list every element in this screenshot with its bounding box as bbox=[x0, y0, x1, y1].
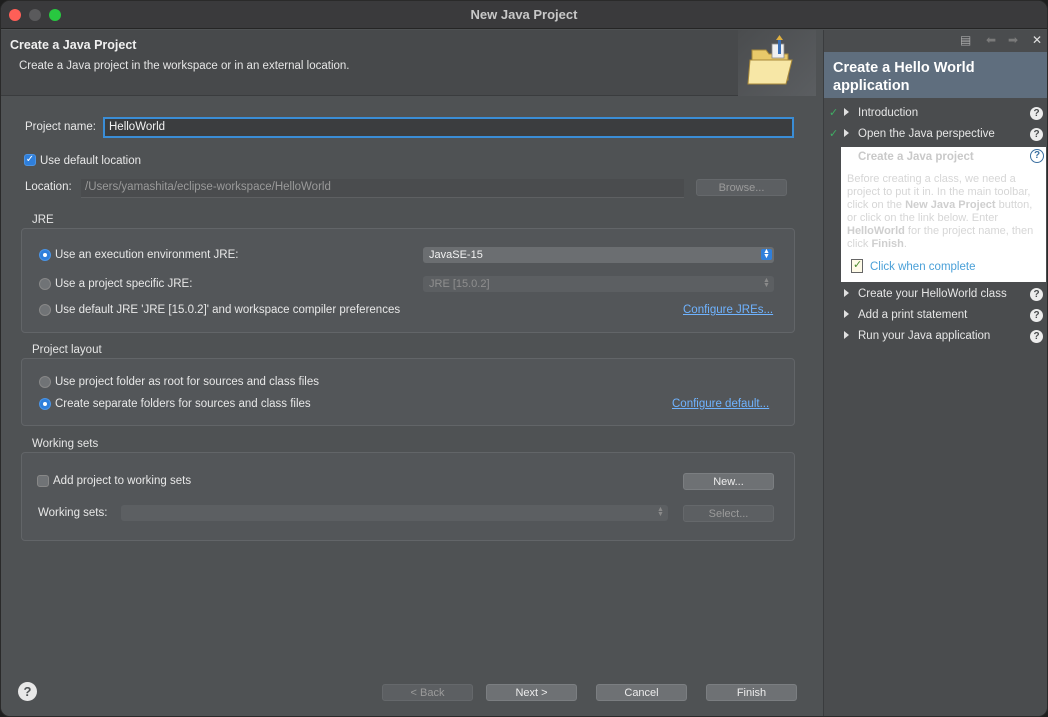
root-folder-radio[interactable] bbox=[39, 376, 51, 388]
collapse-icon[interactable]: ▤ bbox=[960, 33, 971, 47]
cheat-item-label: Introduction bbox=[858, 107, 919, 119]
project-specific-jre-radio[interactable] bbox=[39, 278, 51, 290]
new-java-project-window: New Java Project Create a Java Project C… bbox=[0, 0, 1048, 717]
cheat-item-create-helloworld-class[interactable]: Create your HelloWorld class ? bbox=[824, 285, 1047, 306]
help-icon[interactable]: ? bbox=[1030, 309, 1043, 322]
wizard-panel: Create a Java Project Create a Java proj… bbox=[1, 30, 816, 716]
jre-group-label: JRE bbox=[32, 214, 54, 226]
chevron-updown-icon: ▲ ▼ bbox=[763, 277, 770, 289]
window-title: New Java Project bbox=[470, 7, 578, 22]
wizard-description: Create a Java project in the workspace o… bbox=[19, 60, 350, 72]
help-icon[interactable]: ? bbox=[18, 682, 37, 701]
select-working-set-button[interactable]: Select... bbox=[683, 505, 774, 522]
check-icon: ✓ bbox=[829, 128, 839, 140]
help-icon[interactable]: ? bbox=[1030, 330, 1043, 343]
cheat-item-label: Add a print statement bbox=[858, 309, 968, 321]
jre-group: Use an execution environment JRE: JavaSE… bbox=[21, 228, 795, 333]
default-jre-label: Use default JRE 'JRE [15.0.2]' and works… bbox=[55, 304, 401, 316]
click-when-complete-link[interactable]: Click when complete bbox=[870, 261, 975, 273]
configure-default-link[interactable]: Configure default... bbox=[672, 398, 769, 410]
project-name-label: Project name: bbox=[25, 121, 96, 133]
cheat-sheet-title: Create a Hello World application bbox=[824, 52, 1047, 98]
check-icon: ✓ bbox=[829, 107, 839, 119]
clipboard-check-icon bbox=[851, 258, 863, 273]
close-icon[interactable]: ✕ bbox=[1032, 33, 1042, 47]
help-icon[interactable]: ? bbox=[1030, 107, 1043, 120]
working-sets-group-label: Working sets bbox=[32, 438, 99, 450]
cheat-item-run-java-application[interactable]: Run your Java application ? bbox=[824, 327, 1047, 348]
execution-env-select[interactable]: JavaSE-15 ▲ ▼ bbox=[423, 247, 774, 263]
cheat-item-description: Before creating a class, we need a proje… bbox=[847, 173, 1034, 250]
expand-triangle-icon bbox=[844, 331, 849, 339]
expand-triangle-icon bbox=[844, 108, 849, 116]
working-sets-select[interactable]: ▲ ▼ bbox=[121, 505, 668, 521]
finish-button[interactable]: Finish bbox=[706, 684, 797, 701]
working-sets-label: Working sets: bbox=[38, 507, 108, 519]
project-name-input[interactable]: HelloWorld bbox=[103, 117, 794, 138]
use-default-location-checkbox[interactable]: ✓ bbox=[24, 154, 36, 166]
project-specific-jre-label: Use a project specific JRE: bbox=[55, 278, 193, 290]
help-icon[interactable]: ? bbox=[1030, 288, 1043, 301]
folder-icon bbox=[747, 35, 793, 85]
help-icon[interactable]: ? bbox=[1030, 128, 1043, 141]
root-folder-label: Use project folder as root for sources a… bbox=[55, 376, 319, 388]
default-jre-radio[interactable] bbox=[39, 304, 51, 316]
configure-jres-link[interactable]: Configure JREs... bbox=[683, 304, 773, 316]
cheat-item-label: Create your HelloWorld class bbox=[858, 288, 1007, 300]
location-label: Location: bbox=[25, 181, 72, 193]
expand-triangle-icon bbox=[844, 129, 849, 137]
help-icon[interactable]: ? bbox=[1030, 149, 1044, 163]
back-button[interactable]: < Back bbox=[382, 684, 473, 701]
chevron-updown-icon: ▲ ▼ bbox=[657, 506, 664, 518]
cheat-item-open-java-perspective[interactable]: ✓ Open the Java perspective ? bbox=[824, 125, 1047, 146]
wizard-title: Create a Java Project bbox=[10, 38, 137, 52]
execution-env-radio[interactable] bbox=[39, 249, 51, 261]
project-specific-jre-value: JRE [15.0.2] bbox=[429, 278, 490, 290]
cheat-item-add-print-statement[interactable]: Add a print statement ? bbox=[824, 306, 1047, 327]
cheat-sheet-panel: ▤ ⬅ ➡ ✕ Create a Hello World application… bbox=[823, 30, 1047, 716]
execution-env-value: JavaSE-15 bbox=[429, 249, 483, 261]
cheat-item-current-title: Create a Java project bbox=[858, 151, 974, 163]
cheat-item-label: Run your Java application bbox=[858, 330, 991, 342]
project-specific-jre-select[interactable]: JRE [15.0.2] ▲ ▼ bbox=[423, 276, 774, 292]
chevron-updown-icon: ▲ ▼ bbox=[761, 248, 772, 260]
working-sets-group: Add project to working sets New... Worki… bbox=[21, 452, 795, 541]
new-working-set-button[interactable]: New... bbox=[683, 473, 774, 490]
cheat-item-introduction[interactable]: ✓ Introduction ? bbox=[824, 104, 1047, 125]
add-to-working-sets-label: Add project to working sets bbox=[53, 475, 192, 487]
expand-triangle-icon bbox=[844, 289, 849, 297]
cancel-button[interactable]: Cancel bbox=[596, 684, 687, 701]
add-to-working-sets-checkbox[interactable] bbox=[37, 475, 49, 487]
separate-folders-radio[interactable] bbox=[39, 398, 51, 410]
browse-button[interactable]: Browse... bbox=[696, 179, 787, 196]
cheat-item-label: Open the Java perspective bbox=[858, 128, 995, 140]
title-bar: New Java Project bbox=[1, 1, 1047, 29]
wizard-header: Create a Java Project Create a Java proj… bbox=[1, 30, 816, 96]
arrow-right-icon[interactable]: ➡ bbox=[1008, 33, 1018, 47]
next-button[interactable]: Next > bbox=[486, 684, 577, 701]
separate-folders-label: Create separate folders for sources and … bbox=[55, 398, 311, 410]
location-input[interactable]: /Users/yamashita/eclipse-workspace/Hello… bbox=[81, 179, 684, 198]
wizard-banner bbox=[738, 30, 816, 96]
cheat-sheet-toolbar: ▤ ⬅ ➡ ✕ bbox=[824, 30, 1047, 50]
use-default-location-label: Use default location bbox=[40, 155, 142, 167]
cheat-item-create-java-project: Create a Java project ? Before creating … bbox=[841, 147, 1046, 282]
arrow-left-icon[interactable]: ⬅ bbox=[986, 33, 996, 47]
execution-env-label: Use an execution environment JRE: bbox=[55, 249, 239, 261]
expand-triangle-icon bbox=[844, 310, 849, 318]
project-layout-group: Use project folder as root for sources a… bbox=[21, 358, 795, 426]
project-layout-group-label: Project layout bbox=[32, 344, 102, 356]
